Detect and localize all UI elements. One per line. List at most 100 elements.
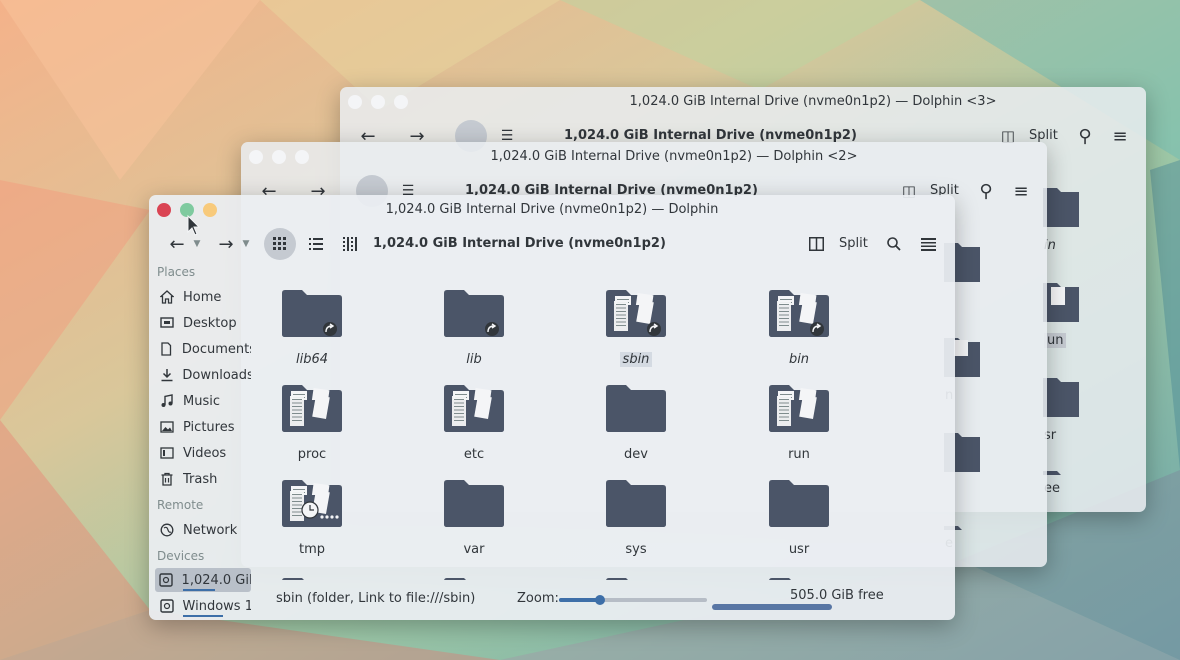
search-icon[interactable] (887, 237, 901, 251)
file-name-text: proc (297, 447, 327, 462)
sidebar-item-device[interactable]: Windows 1 (155, 594, 251, 618)
trash-icon (159, 471, 175, 487)
window-title: 1,024.0 GiB Internal Drive (nvme0n1p2) —… (490, 149, 858, 164)
folder-icon[interactable] (1043, 182, 1079, 227)
hamburger-menu-icon[interactable] (921, 238, 936, 251)
free-space-bar (712, 604, 948, 610)
file-item-bin[interactable]: bin (744, 287, 854, 377)
file-item-lib[interactable]: lib (419, 287, 529, 377)
file-name-text: lib64 (295, 352, 329, 367)
folder-icon[interactable] (1043, 465, 1079, 475)
folder-icon[interactable] (1043, 277, 1079, 322)
breadcrumb[interactable]: 1,024.0 GiB Internal Drive (nvme0n1p2) (564, 128, 857, 143)
file-name: proc (257, 447, 367, 462)
sidebar-item-downloads[interactable]: Downloads (155, 363, 251, 387)
compact-view-icon[interactable] (343, 237, 357, 251)
minimize-button[interactable] (272, 150, 286, 164)
file-item-sbin[interactable]: sbin (581, 287, 691, 377)
search-icon[interactable]: ⚲ (975, 180, 997, 202)
file-item-var[interactable]: var (419, 477, 529, 567)
file-item-run[interactable]: run (744, 382, 854, 472)
close-button[interactable] (249, 150, 263, 164)
titlebar[interactable]: 1,024.0 GiB Internal Drive (nvme0n1p2) —… (340, 87, 1146, 117)
file-name: usr (744, 542, 854, 557)
desktop-icon (159, 315, 175, 331)
sidebar-item-label: Pictures (183, 419, 235, 435)
forward-history-chevron-icon[interactable]: ▼ (235, 233, 257, 255)
split-button-label[interactable]: Split (1029, 128, 1058, 143)
sidebar-item-label: Network (183, 522, 238, 538)
file-item-sys[interactable]: sys (581, 477, 691, 567)
file-name: sbin (581, 352, 691, 367)
file-item-proc[interactable]: proc (257, 382, 367, 472)
icons-view-icon[interactable] (273, 237, 287, 251)
folder-link-icon (606, 287, 666, 337)
zoom-slider[interactable] (559, 594, 707, 606)
pictures-icon (159, 419, 175, 435)
file-item-usr[interactable]: usr (744, 477, 854, 567)
hamburger-menu-icon[interactable]: ≡ (1010, 180, 1032, 202)
maximize-button[interactable] (394, 95, 408, 109)
minimize-button[interactable] (371, 95, 385, 109)
folder-icon[interactable] (282, 572, 342, 580)
remote-section-header: Remote (157, 498, 204, 512)
search-icon[interactable]: ⚲ (1074, 125, 1096, 147)
file-item-tmp[interactable]: tmp (257, 477, 367, 567)
network-icon (159, 522, 175, 538)
videos-icon (159, 445, 175, 461)
zoom-slider-handle[interactable] (595, 595, 606, 605)
file-item-lib64[interactable]: lib64 (257, 287, 367, 377)
folder-icon[interactable] (606, 572, 666, 580)
sidebar-item-documents[interactable]: Documents (155, 337, 251, 361)
folder-link-icon (282, 287, 342, 337)
folder-icon (444, 477, 504, 527)
zoom-slider-fill (559, 598, 601, 602)
sidebar-item-network[interactable]: Network (155, 518, 251, 542)
status-selection-text: sbin (folder, Link to file:///sbin) (276, 591, 476, 606)
sidebar-item-label: Home (183, 289, 222, 305)
split-button-label[interactable]: Split (839, 236, 868, 251)
sidebar-item-desktop[interactable]: Desktop (155, 311, 251, 335)
titlebar[interactable]: 1,024.0 GiB Internal Drive (nvme0n1p2) —… (241, 142, 1047, 172)
file-item-dev[interactable]: dev (581, 382, 691, 472)
sidebar-item-device[interactable]: 1,024.0 GiB (155, 568, 251, 592)
file-name: lib64 (257, 352, 367, 367)
sidebar-item-label: Videos (183, 445, 227, 461)
dolphin-window-main[interactable]: 1,024.0 GiB Internal Drive (nvme0n1p2) —… (149, 195, 955, 620)
sidebar-item-music[interactable]: Music (155, 389, 251, 413)
titlebar[interactable]: 1,024.0 GiB Internal Drive (nvme0n1p2) —… (149, 195, 955, 225)
file-view[interactable]: lib64 lib sbin bin proc etc dev run tmp var sys usr (257, 255, 947, 580)
sidebar-item-label: Downloads (182, 367, 251, 383)
sidebar-item-trash[interactable]: Trash (155, 467, 251, 491)
breadcrumb[interactable]: 1,024.0 GiB Internal Drive (nvme0n1p2) (373, 236, 666, 251)
forward-arrow-icon[interactable]: → (215, 233, 237, 255)
file-item-etc[interactable]: etc (419, 382, 529, 472)
folder-icon[interactable] (444, 572, 504, 580)
file-name-text: etc (463, 447, 485, 462)
file-name: tmp (257, 542, 367, 557)
folder-icon[interactable] (769, 572, 829, 580)
hamburger-menu-icon[interactable]: ≡ (1109, 125, 1131, 147)
downloads-icon (159, 367, 174, 383)
sidebar-item-label: 1,024.0 GiB (181, 572, 251, 588)
folder-link-icon (769, 287, 829, 337)
split-icon[interactable] (809, 237, 824, 251)
sidebar-item-home[interactable]: Home (155, 285, 251, 309)
file-name: bin (744, 352, 854, 367)
file-name-text: lib (466, 352, 482, 367)
folder-icon (282, 477, 342, 527)
sidebar-item-videos[interactable]: Videos (155, 441, 251, 465)
folder-icon[interactable] (1043, 372, 1079, 417)
device-capacity-bar (183, 589, 215, 591)
sidebar-item-pictures[interactable]: Pictures (155, 415, 251, 439)
folder-icon (282, 382, 342, 432)
close-button[interactable] (348, 95, 362, 109)
back-arrow-icon[interactable]: ← (166, 233, 188, 255)
details-view-icon[interactable] (309, 238, 323, 250)
folder-link-icon (444, 287, 504, 337)
sidebar-item-label: Trash (183, 471, 218, 487)
free-space-bar-fill (712, 604, 833, 610)
sidebar-item-label: Desktop (183, 315, 237, 331)
file-name: run (744, 447, 854, 462)
devices-section-header: Devices (157, 549, 205, 563)
